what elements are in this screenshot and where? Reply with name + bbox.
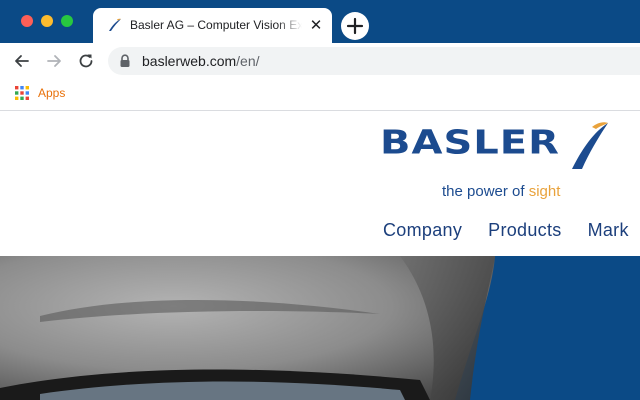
tagline-accent: sight [528,183,561,200]
nav-company[interactable]: Company [383,220,462,241]
reload-icon[interactable] [76,51,96,71]
minimize-window-button[interactable] [41,15,53,27]
tab-strip: Basler AG – Computer Vision Experts ✕ [0,0,640,43]
basler-logo[interactable]: BASLER the power of sight [380,119,612,200]
plus-icon [346,17,364,35]
browser-tab[interactable]: Basler AG – Computer Vision Experts ✕ [93,8,332,43]
back-arrow-icon[interactable] [12,51,32,71]
nav-products[interactable]: Products [488,220,561,241]
tab-close-icon[interactable]: ✕ [308,17,324,33]
apps-grid-icon[interactable] [15,86,29,100]
logo-wordmark: BASLER [380,123,560,162]
fullscreen-window-button[interactable] [61,15,73,27]
tagline-prefix: the power of [442,183,529,200]
tab-title: Basler AG – Computer Vision Experts [130,18,302,32]
bookmarks-bar: Apps [0,79,640,111]
main-navigation: Company Products Mark [383,220,640,241]
logo-tagline: the power of sight [442,183,560,200]
site-header: BASLER the power of sight Company Product… [0,111,640,256]
basler-swoosh-icon [109,18,121,31]
new-tab-button[interactable] [341,12,369,40]
lock-icon [120,54,130,67]
close-window-button[interactable] [21,15,33,27]
address-bar[interactable]: baslerweb.com/en/ [108,47,640,75]
nav-markets[interactable]: Mark [588,220,629,241]
hero-image [0,256,640,400]
url-host: baslerweb.com [142,53,237,69]
browser-toolbar: baslerweb.com/en/ [0,43,640,79]
logo-swoosh-icon [572,122,608,169]
url-text: baslerweb.com/en/ [142,53,260,69]
hero-photo [0,256,640,400]
url-path: /en/ [236,53,260,69]
apps-bookmark-label[interactable]: Apps [38,86,65,100]
forward-arrow-icon[interactable] [44,51,64,71]
